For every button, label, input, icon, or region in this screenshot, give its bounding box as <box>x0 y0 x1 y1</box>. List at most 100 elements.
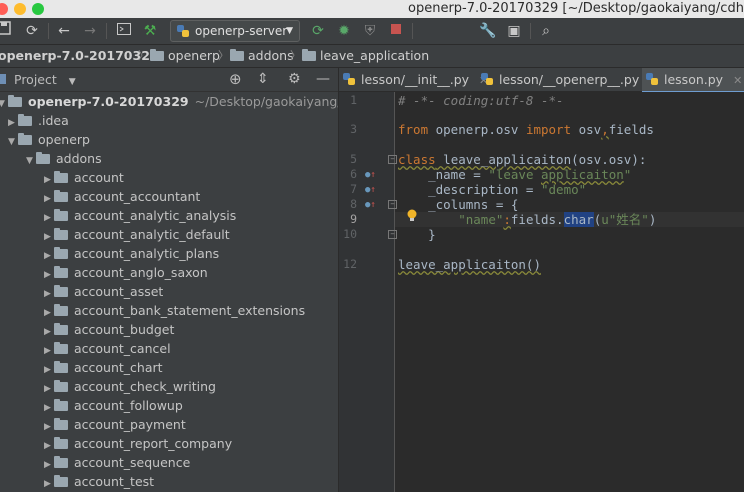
override-marker-icon[interactable]: ●↑ <box>365 185 376 195</box>
tree-item-module[interactable]: ▶ account_chart <box>44 358 163 377</box>
breadcrumb-item-leave-application[interactable]: leave_application <box>302 45 429 67</box>
tree-item-module[interactable]: ▶ account <box>44 168 124 187</box>
code-line-5: class leave_applicaiton(osv.osv): <box>398 152 646 167</box>
tree-item-label: account_analytic_plans <box>74 246 220 261</box>
tab-openerp-py[interactable]: lesson/__openerp__.py✕ <box>477 68 658 91</box>
line-number: 1 <box>350 93 357 107</box>
tree-item-openerp[interactable]: ▼ openerp <box>8 130 90 149</box>
sync-icon[interactable]: ⟳ <box>22 21 42 41</box>
code-token: _columns = { <box>398 197 519 212</box>
editor-tabs: lesson/__init__.py ✕ lesson/__openerp__.p… <box>339 68 744 93</box>
folder-icon <box>54 209 68 221</box>
tree-item-addons[interactable]: ▼ addons <box>26 149 102 168</box>
run-configuration-select[interactable]: openerp-server ▼ <box>170 20 300 42</box>
tree-item-module[interactable]: ▶ account_payment <box>44 415 186 434</box>
folder-icon <box>54 475 68 487</box>
folder-icon <box>302 49 316 61</box>
tab-label: lesson.py <box>664 72 724 87</box>
code-line-10: } <box>398 227 436 242</box>
minimize-panel-icon[interactable]: — <box>316 68 330 91</box>
code-line-12: leave_applicaiton() <box>398 257 541 272</box>
tree-item-module[interactable]: ▶ account_anglo_saxon <box>44 263 208 282</box>
line-number: 7 <box>350 182 357 196</box>
tree-root[interactable]: ▼ openerp-7.0-20170329 ~/Desktop/gaokaiyan… <box>0 92 338 111</box>
folder-icon <box>54 190 68 202</box>
tab-lesson-py[interactable]: lesson.py ✕ <box>642 68 744 93</box>
code-line-3: from openerp.osv import osv,fields <box>398 122 654 137</box>
tree-item-module[interactable]: ▶ account_cancel <box>44 339 171 358</box>
project-panel-header: Project ▼ ⊕ ⇕ ⚙ — <box>0 68 338 92</box>
folder-icon <box>54 323 68 335</box>
fold-marker-icon[interactable]: − <box>388 200 397 209</box>
tree-item-label: .idea <box>38 113 69 128</box>
run-icon[interactable]: ⟳ <box>308 21 328 41</box>
locate-crosshair-icon[interactable]: ⊕ <box>229 68 242 91</box>
window-titlebar: openerp-7.0-20170329 [~/Desktop/gaokaiya… <box>0 0 744 18</box>
back-arrow-icon[interactable]: ← <box>54 21 74 41</box>
window-controls <box>0 3 44 15</box>
fold-marker-icon[interactable]: − <box>388 155 397 164</box>
tree-item-module[interactable]: ▶ account_analytic_plans <box>44 244 219 263</box>
tree-item-module[interactable]: ▶ account_test <box>44 472 154 491</box>
chevron-down-icon: ▼ <box>26 156 33 166</box>
tree-item-module[interactable]: ▶ account_sequence <box>44 453 190 472</box>
debug-bug-icon[interactable]: ✹ <box>334 21 354 41</box>
tree-item-label: account_analytic_analysis <box>74 208 237 223</box>
override-marker-icon[interactable]: ●↑ <box>365 170 376 180</box>
save-icon[interactable] <box>0 21 14 41</box>
code-line-6: _name = "leave applicaiton" <box>398 167 631 182</box>
zoom-window-button[interactable] <box>32 3 44 15</box>
search-icon[interactable]: ⌕ <box>536 21 556 41</box>
folder-icon <box>54 380 68 392</box>
tree-item-label: addons <box>56 151 102 166</box>
tree-item-module[interactable]: ▶ account_report_company <box>44 434 232 453</box>
project-structure-icon[interactable]: ▣ <box>504 21 524 41</box>
minimize-window-button[interactable] <box>14 3 26 15</box>
tree-item-label: account_budget <box>74 322 175 337</box>
collapse-all-icon[interactable]: ⇕ <box>257 68 269 91</box>
code-token: " <box>623 167 632 182</box>
tree-item-module[interactable]: ▶ account_asset <box>44 282 163 301</box>
code-token: fields. <box>510 212 564 227</box>
close-window-button[interactable] <box>0 3 8 15</box>
override-marker-icon[interactable]: ●↑ <box>365 200 376 210</box>
settings-wrench-icon[interactable]: 🔧 <box>478 21 498 41</box>
line-number: 12 <box>343 257 357 271</box>
tree-item-module[interactable]: ▶ account_analytic_default <box>44 225 230 244</box>
tree-item-label: account_sequence <box>74 455 191 470</box>
tree-item-idea[interactable]: ▶ .idea <box>8 111 69 130</box>
tab-init-py[interactable]: lesson/__init__.py ✕ <box>339 68 488 91</box>
tree-item-module[interactable]: ▶ account_followup <box>44 396 183 415</box>
code-token: ) <box>648 212 657 227</box>
coverage-icon[interactable]: ⛨ <box>360 21 380 41</box>
project-view-select[interactable]: Project ▼ <box>14 68 76 94</box>
code-token: openerp.osv <box>428 122 526 137</box>
forward-arrow-icon[interactable]: → <box>80 21 100 41</box>
close-icon[interactable]: ✕ <box>733 74 742 87</box>
stop-icon[interactable] <box>386 21 406 41</box>
gear-icon[interactable]: ⚙ <box>288 68 301 91</box>
code-editor[interactable]: 1 3 5 6 7 8 9 10 12 ●↑ ●↑ ●↑ − − − # -*-… <box>339 92 744 492</box>
breadcrumb-item-addons[interactable]: addons <box>230 45 294 67</box>
tree-item-module[interactable]: ▶ account_check_writing <box>44 377 216 396</box>
editor-gutter: 1 3 5 6 7 8 9 10 12 ●↑ ●↑ ●↑ − − − <box>339 92 397 492</box>
fold-marker-icon[interactable]: − <box>388 230 397 239</box>
terminal-icon[interactable] <box>114 21 134 41</box>
code-token: # -*- coding:utf-8 -*- <box>398 93 564 108</box>
code-token: char <box>563 212 594 227</box>
tree-item-module[interactable]: ▶ account_analytic_analysis <box>44 206 236 225</box>
toolbar-separator <box>48 23 49 39</box>
code-token: fields <box>608 122 654 137</box>
folder-icon <box>54 456 68 468</box>
tree-item-module[interactable]: ▶ account_bank_statement_extensions <box>44 301 305 320</box>
tree-item-module[interactable]: ▶ account_budget <box>44 320 174 339</box>
line-number: 9 <box>350 212 357 226</box>
folder-icon <box>54 171 68 183</box>
code-token: , <box>601 122 609 137</box>
breadcrumb-item-root[interactable]: openerp-7.0-20170329 <box>0 45 159 67</box>
tab-label: lesson/__init__.py <box>361 72 470 87</box>
build-hammer-icon[interactable]: ⚒ <box>140 21 160 41</box>
tree-item-module[interactable]: ▶ account_accountant <box>44 187 200 206</box>
project-view-icon <box>0 74 6 84</box>
breadcrumb-item-openerp[interactable]: openerp <box>150 45 220 67</box>
